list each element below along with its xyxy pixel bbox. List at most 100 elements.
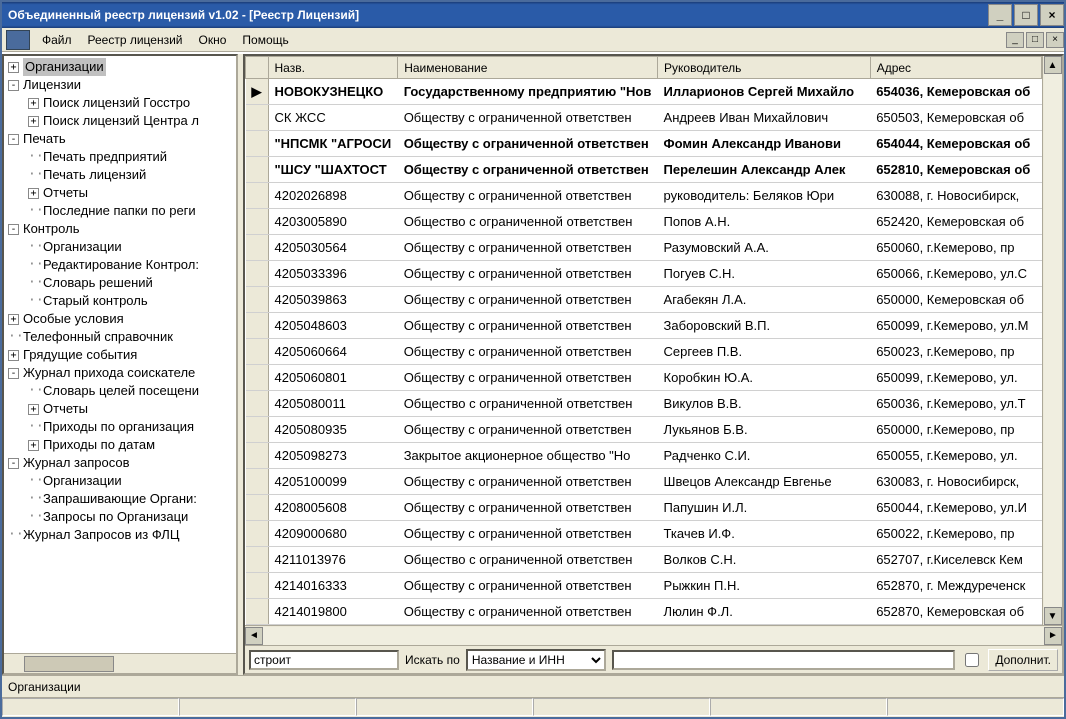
- table-cell[interactable]: Фомин Александр Иванови: [658, 131, 871, 157]
- collapse-icon[interactable]: -: [8, 458, 19, 469]
- table-row[interactable]: 4205098273Закрытое акционерное общество …: [246, 443, 1042, 469]
- tree-node[interactable]: +Отчеты: [8, 184, 236, 202]
- table-cell[interactable]: Агабекян Л.А.: [658, 287, 871, 313]
- mdi-close-button[interactable]: ×: [1046, 32, 1064, 48]
- search-checkbox[interactable]: [965, 653, 979, 667]
- table-cell[interactable]: 4214019800: [268, 599, 398, 625]
- table-cell[interactable]: Илларионов Сергей Михайло: [658, 79, 871, 105]
- table-cell[interactable]: Обществу с ограниченной ответствен: [398, 261, 658, 287]
- table-cell[interactable]: Общество с ограниченной ответствен: [398, 547, 658, 573]
- table-cell[interactable]: Обществу с ограниченной ответствен: [398, 365, 658, 391]
- table-cell[interactable]: 650044, г.Кемерово, ул.И: [870, 495, 1041, 521]
- table-cell[interactable]: 4205060664: [268, 339, 398, 365]
- table-cell[interactable]: Заборовский В.П.: [658, 313, 871, 339]
- table-row[interactable]: 4205048603Обществу с ограниченной ответс…: [246, 313, 1042, 339]
- table-cell[interactable]: 630083, г. Новосибирск,: [870, 469, 1041, 495]
- table-cell[interactable]: 4205100099: [268, 469, 398, 495]
- tree-node[interactable]: ··Организации: [8, 472, 236, 490]
- table-cell[interactable]: 630088, г. Новосибирск,: [870, 183, 1041, 209]
- tree-node[interactable]: +Особые условия: [8, 310, 236, 328]
- table-cell[interactable]: Общество с ограниченной ответствен: [398, 209, 658, 235]
- table-cell[interactable]: 4205098273: [268, 443, 398, 469]
- table-cell[interactable]: 652810, Кемеровская об: [870, 157, 1041, 183]
- table-cell[interactable]: 650000, Кемеровская об: [870, 287, 1041, 313]
- search-extra-input[interactable]: [612, 650, 956, 670]
- table-row[interactable]: 4203005890Общество с ограниченной ответс…: [246, 209, 1042, 235]
- tree-node[interactable]: +Поиск лицензий Центра л: [8, 112, 236, 130]
- table-cell[interactable]: 650055, г.Кемерово, ул.: [870, 443, 1041, 469]
- menu-file[interactable]: Файл: [34, 31, 80, 49]
- tree-node[interactable]: +Организации: [8, 58, 236, 76]
- collapse-icon[interactable]: -: [8, 368, 19, 379]
- tree-node[interactable]: ··Печать лицензий: [8, 166, 236, 184]
- collapse-icon[interactable]: -: [8, 224, 19, 235]
- table-cell[interactable]: НОВОКУЗНЕЦКО: [268, 79, 398, 105]
- table-cell[interactable]: 4211013976: [268, 547, 398, 573]
- tree-node[interactable]: -Журнал запросов: [8, 454, 236, 472]
- table-cell[interactable]: 650036, г.Кемерово, ул.Т: [870, 391, 1041, 417]
- search-by-combo[interactable]: Название и ИНН: [466, 649, 606, 671]
- search-input[interactable]: [249, 650, 399, 670]
- tree-node[interactable]: ··Редактирование Контрол:: [8, 256, 236, 274]
- table-cell[interactable]: 4205033396: [268, 261, 398, 287]
- table-row[interactable]: СК ЖССОбществу с ограниченной ответствен…: [246, 105, 1042, 131]
- table-row[interactable]: 4205100099Обществу с ограниченной ответс…: [246, 469, 1042, 495]
- table-cell[interactable]: Рыжкин П.Н.: [658, 573, 871, 599]
- table-cell[interactable]: руководитель: Беляков Юри: [658, 183, 871, 209]
- table-row[interactable]: 4205060664Обществу с ограниченной ответс…: [246, 339, 1042, 365]
- table-cell[interactable]: 654036, Кемеровская об: [870, 79, 1041, 105]
- menu-registry[interactable]: Реестр лицензий: [80, 31, 191, 49]
- minimize-button[interactable]: _: [988, 4, 1012, 26]
- tree-node[interactable]: -Журнал прихода соискателе: [8, 364, 236, 382]
- collapse-icon[interactable]: -: [8, 80, 19, 91]
- table-row[interactable]: 4214019800Обществу с ограниченной ответс…: [246, 599, 1042, 625]
- table-cell[interactable]: Обществу с ограниченной ответствен: [398, 521, 658, 547]
- table-row[interactable]: 4205039863Обществу с ограниченной ответс…: [246, 287, 1042, 313]
- scroll-left-button[interactable]: ◄: [245, 627, 263, 645]
- table-cell[interactable]: 4205060801: [268, 365, 398, 391]
- expand-icon[interactable]: +: [28, 98, 39, 109]
- table-cell[interactable]: Радченко С.И.: [658, 443, 871, 469]
- tree-node[interactable]: +Грядущие события: [8, 346, 236, 364]
- tree-node[interactable]: -Печать: [8, 130, 236, 148]
- col-header-ruk[interactable]: Руководитель: [658, 57, 871, 79]
- table-cell[interactable]: 4203005890: [268, 209, 398, 235]
- table-cell[interactable]: 4205048603: [268, 313, 398, 339]
- table-cell[interactable]: 4214016333: [268, 573, 398, 599]
- expand-icon[interactable]: +: [8, 350, 19, 361]
- table-cell[interactable]: Викулов В.В.: [658, 391, 871, 417]
- table-cell[interactable]: 650000, г.Кемерово, пр: [870, 417, 1041, 443]
- table-cell[interactable]: Люлин Ф.Л.: [658, 599, 871, 625]
- table-cell[interactable]: 652420, Кемеровская об: [870, 209, 1041, 235]
- table-row[interactable]: 4211013976Общество с ограниченной ответс…: [246, 547, 1042, 573]
- table-cell[interactable]: Обществу с ограниченной ответствен: [398, 573, 658, 599]
- table-cell[interactable]: Сергеев П.В.: [658, 339, 871, 365]
- table-cell[interactable]: 4205080935: [268, 417, 398, 443]
- col-header-adr[interactable]: Адрес: [870, 57, 1041, 79]
- table-cell[interactable]: Обществу с ограниченной ответствен: [398, 417, 658, 443]
- tree-node[interactable]: ··Последние папки по реги: [8, 202, 236, 220]
- expand-icon[interactable]: +: [28, 440, 39, 451]
- grid-hscroll[interactable]: ◄ ►: [245, 625, 1062, 645]
- tree-node[interactable]: +Отчеты: [8, 400, 236, 418]
- tree-node[interactable]: +Приходы по датам: [8, 436, 236, 454]
- col-header-nazv[interactable]: Назв.: [268, 57, 398, 79]
- table-cell[interactable]: Коробкин Ю.А.: [658, 365, 871, 391]
- mdi-restore-button[interactable]: □: [1026, 32, 1044, 48]
- tree-view[interactable]: +Организации-Лицензии+Поиск лицензий Гос…: [4, 56, 236, 653]
- search-advanced-button[interactable]: Дополнит.: [988, 649, 1058, 671]
- expand-icon[interactable]: +: [28, 404, 39, 415]
- tree-node[interactable]: ··Организации: [8, 238, 236, 256]
- table-cell[interactable]: 650022, г.Кемерово, пр: [870, 521, 1041, 547]
- table-cell[interactable]: 4205030564: [268, 235, 398, 261]
- table-cell[interactable]: Общество с ограниченной ответствен: [398, 391, 658, 417]
- tree-node[interactable]: -Контроль: [8, 220, 236, 238]
- tree-node[interactable]: ··Журнал Запросов из ФЛЦ: [8, 526, 236, 544]
- tree-node[interactable]: ··Словарь решений: [8, 274, 236, 292]
- table-cell[interactable]: 650023, г.Кемерово, пр: [870, 339, 1041, 365]
- scroll-up-button[interactable]: ▲: [1044, 56, 1062, 74]
- table-row[interactable]: 4205080935Обществу с ограниченной ответс…: [246, 417, 1042, 443]
- table-cell[interactable]: Обществу с ограниченной ответствен: [398, 599, 658, 625]
- table-cell[interactable]: 650099, г.Кемерово, ул.М: [870, 313, 1041, 339]
- tree-node[interactable]: ··Старый контроль: [8, 292, 236, 310]
